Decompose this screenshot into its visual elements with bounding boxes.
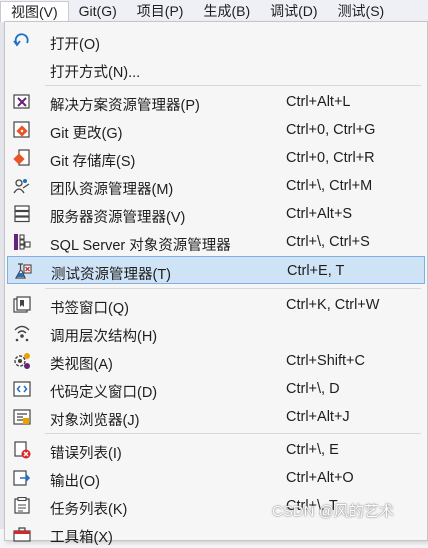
menu-item-label: 工具箱(X) xyxy=(50,530,113,546)
git-repository-icon xyxy=(13,149,31,167)
menu-item-label: 团队资源管理器(M) xyxy=(50,182,174,198)
solution-explorer-icon xyxy=(13,93,31,111)
menu-item-test-explorer[interactable]: 测试资源管理器(T) Ctrl+E, T xyxy=(7,256,425,284)
menu-separator xyxy=(45,433,421,434)
menu-item-label: 服务器资源管理器(V) xyxy=(50,210,186,226)
bookmark-window-icon xyxy=(13,296,31,314)
menu-item-label: SQL Server 对象资源管理器 xyxy=(50,238,231,254)
open-arrow-icon xyxy=(13,32,31,50)
git-changes-icon xyxy=(13,121,31,139)
menu-item-code-definition[interactable]: 代码定义窗口(D) Ctrl+\, D xyxy=(7,375,425,403)
menu-item-label: 解决方案资源管理器(P) xyxy=(50,98,200,114)
class-view-icon xyxy=(13,352,31,370)
menu-item-output[interactable]: 输出(O) Ctrl+Alt+O xyxy=(7,464,425,492)
object-browser-icon xyxy=(13,408,31,426)
code-definition-icon xyxy=(13,380,31,398)
menu-item-shortcut: Ctrl+\, D xyxy=(286,381,340,397)
menu-item-shortcut: Ctrl+0, Ctrl+R xyxy=(286,150,375,166)
menu-item-toolbox[interactable]: 工具箱(X) xyxy=(7,520,425,548)
menu-item-shortcut: Ctrl+Alt+O xyxy=(286,470,354,486)
menu-item-bookmark-window[interactable]: 书签窗口(Q) Ctrl+K, Ctrl+W xyxy=(7,291,425,319)
view-menu-dropdown: 打开(O) 打开方式(N)... 解决方案资源管理器(P) Ctrl+Alt+L… xyxy=(4,21,428,546)
menu-separator xyxy=(45,288,421,289)
menu-item-shortcut: Ctrl+Alt+S xyxy=(286,206,353,222)
menu-item-git-repository[interactable]: Git 存储库(S) Ctrl+0, Ctrl+R xyxy=(7,144,425,172)
menu-item-shortcut: Ctrl+Alt+J xyxy=(286,409,350,425)
menu-project[interactable]: 项目(P) xyxy=(127,0,194,22)
menu-item-shortcut: Ctrl+Shift+C xyxy=(286,353,365,369)
menu-view[interactable]: 视图(V) xyxy=(0,0,69,22)
call-hierarchy-icon xyxy=(13,324,31,342)
menu-item-label: 打开方式(N)... xyxy=(50,65,141,81)
menu-debug[interactable]: 调试(D) xyxy=(260,0,327,22)
menu-item-label: 输出(O) xyxy=(50,474,100,490)
menu-bar: 视图(V) Git(G) 项目(P) 生成(B) 调试(D) 测试(S) xyxy=(0,0,428,22)
menu-item-call-hierarchy[interactable]: 调用层次结构(H) xyxy=(7,319,425,347)
menu-item-shortcut: Ctrl+E, T xyxy=(287,263,345,279)
menu-item-error-list[interactable]: 错误列表(I) Ctrl+\, E xyxy=(7,436,425,464)
menu-item-shortcut: Ctrl+\, E xyxy=(286,442,339,458)
menu-item-sql-server-explorer[interactable]: SQL Server 对象资源管理器 Ctrl+\, Ctrl+S xyxy=(7,228,425,256)
menu-item-label: 打开(O) xyxy=(50,37,100,53)
error-list-icon xyxy=(13,441,31,459)
menu-item-shortcut: Ctrl+0, Ctrl+G xyxy=(286,122,376,138)
menu-item-label: 测试资源管理器(T) xyxy=(51,267,172,283)
menu-item-shortcut: Ctrl+Alt+L xyxy=(286,94,351,110)
menu-item-label: 任务列表(K) xyxy=(50,502,128,518)
menu-separator xyxy=(45,85,421,86)
menu-item-git-changes[interactable]: Git 更改(G) Ctrl+0, Ctrl+G xyxy=(7,116,425,144)
menu-item-label: 类视图(A) xyxy=(50,357,113,373)
server-icon xyxy=(13,205,31,223)
menu-item-shortcut: Ctrl+\, Ctrl+S xyxy=(286,234,370,250)
toolbox-icon xyxy=(13,525,31,543)
menu-item-label: 调用层次结构(H) xyxy=(50,329,158,345)
menu-item-shortcut: Ctrl+K, Ctrl+W xyxy=(286,297,380,313)
menu-item-label: Git 存储库(S) xyxy=(50,154,136,170)
task-list-icon xyxy=(13,497,31,515)
menu-item-open[interactable]: 打开(O) xyxy=(7,27,425,55)
menu-item-class-view[interactable]: 类视图(A) Ctrl+Shift+C xyxy=(7,347,425,375)
menu-item-shortcut: Ctrl+\, Ctrl+M xyxy=(286,178,373,194)
team-icon xyxy=(13,177,31,195)
test-explorer-icon xyxy=(14,262,32,280)
menu-item-server-explorer[interactable]: 服务器资源管理器(V) Ctrl+Alt+S xyxy=(7,200,425,228)
menu-item-solution-explorer[interactable]: 解决方案资源管理器(P) Ctrl+Alt+L xyxy=(7,88,425,116)
menu-item-open-with[interactable]: 打开方式(N)... xyxy=(7,55,425,83)
menu-build[interactable]: 生成(B) xyxy=(193,0,260,22)
watermark: CSDN @风的艺术 xyxy=(272,503,394,520)
menu-item-label: 书签窗口(Q) xyxy=(50,301,129,317)
menu-test[interactable]: 测试(S) xyxy=(328,0,395,22)
menu-item-object-browser[interactable]: 对象浏览器(J) Ctrl+Alt+J xyxy=(7,403,425,431)
menu-item-label: 代码定义窗口(D) xyxy=(50,385,158,401)
menu-item-label: Git 更改(G) xyxy=(50,126,123,142)
sql-server-icon xyxy=(13,233,31,251)
menu-item-team-explorer[interactable]: 团队资源管理器(M) Ctrl+\, Ctrl+M xyxy=(7,172,425,200)
output-icon xyxy=(13,469,31,487)
menu-git[interactable]: Git(G) xyxy=(69,0,127,22)
menu-item-label: 对象浏览器(J) xyxy=(50,413,140,429)
menu-item-label: 错误列表(I) xyxy=(50,446,122,462)
